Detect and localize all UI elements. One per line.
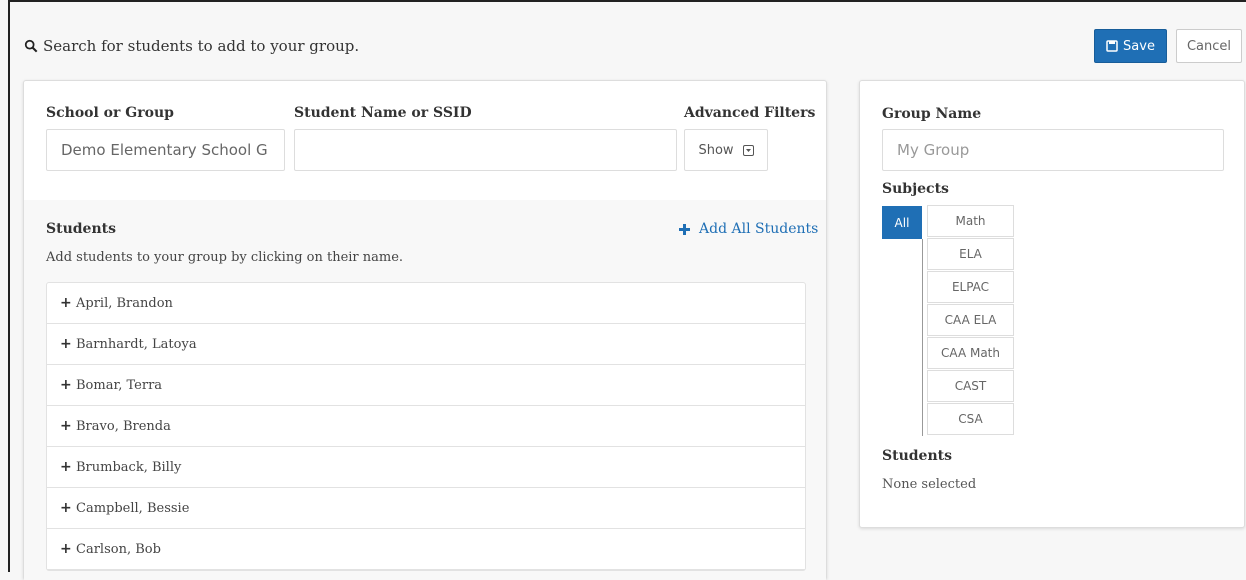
student-name: Barnhardt, Latoya [76, 336, 197, 352]
add-all-label: Add All Students [699, 221, 819, 237]
list-item[interactable]: + Bomar, Terra [47, 365, 805, 406]
plus-icon: + [60, 418, 72, 434]
cancel-button[interactable]: Cancel [1176, 29, 1242, 63]
search-heading: Search for students to add to your group… [24, 37, 359, 55]
search-panel: School or Group Demo Elementary School G… [23, 80, 827, 580]
list-item[interactable]: + Campbell, Bessie [47, 488, 805, 529]
plus-icon [679, 223, 690, 235]
student-search-input[interactable] [294, 129, 677, 171]
group-panel: Group Name My Group Subjects All Math EL… [859, 80, 1245, 528]
save-icon [1106, 40, 1118, 52]
student-search-label: Student Name or SSID [294, 105, 472, 121]
subject-elpac-button[interactable]: ELPAC [927, 271, 1014, 303]
cancel-label: Cancel [1186, 38, 1232, 54]
advanced-filters-label: Advanced Filters [684, 105, 816, 121]
school-select[interactable]: Demo Elementary School G [46, 129, 285, 171]
list-item[interactable]: + April, Brandon [47, 283, 805, 324]
subject-csa-button[interactable]: CSA [927, 403, 1014, 435]
none-selected-text: None selected [882, 477, 977, 492]
subject-ela-button[interactable]: ELA [927, 238, 1014, 270]
list-item[interactable]: + Brumback, Billy [47, 447, 805, 488]
plus-icon: + [60, 541, 72, 557]
plus-icon: + [60, 295, 72, 311]
plus-icon: + [60, 500, 72, 516]
filters-section: School or Group Demo Elementary School G… [24, 81, 826, 201]
search-icon [24, 39, 38, 53]
show-label: Show [698, 142, 734, 158]
students-section: Students Add students to your group by c… [24, 200, 826, 580]
save-button[interactable]: Save [1094, 29, 1167, 63]
student-name: Campbell, Bessie [76, 500, 190, 516]
subject-cast-button[interactable]: CAST [927, 370, 1014, 402]
subject-divider [922, 239, 923, 436]
student-list: + April, Brandon + Barnhardt, Latoya + Boma… [46, 282, 806, 571]
advanced-filters-toggle[interactable]: Show [684, 129, 768, 171]
group-name-label: Group Name [882, 106, 982, 122]
student-name: Brumback, Billy [76, 459, 182, 475]
list-item[interactable]: + Bravo, Brenda [47, 406, 805, 447]
save-label: Save [1123, 38, 1155, 54]
subject-all-button[interactable]: All [882, 206, 922, 239]
student-name: Bravo, Brenda [76, 418, 171, 434]
selected-students-label: Students [882, 448, 952, 464]
add-all-students-link[interactable]: Add All Students [679, 221, 818, 237]
students-heading: Students [46, 221, 116, 237]
list-item[interactable]: + Barnhardt, Latoya [47, 324, 805, 365]
caret-square-icon [742, 144, 754, 156]
student-name: Bomar, Terra [76, 377, 163, 393]
student-name: Carlson, Bob [76, 541, 161, 557]
plus-icon: + [60, 336, 72, 352]
list-item[interactable]: + Carlson, Bob [47, 529, 805, 570]
students-help: Add students to your group by clicking o… [46, 250, 404, 265]
subject-math-button[interactable]: Math [927, 205, 1014, 237]
group-name-input[interactable]: My Group [882, 129, 1224, 171]
plus-icon: + [60, 459, 72, 475]
subjects-label: Subjects [882, 181, 949, 197]
student-name: April, Brandon [76, 295, 173, 311]
subject-caa-ela-button[interactable]: CAA ELA [927, 304, 1014, 336]
subject-caa-math-button[interactable]: CAA Math [927, 337, 1014, 369]
plus-icon: + [60, 377, 72, 393]
search-prompt: Search for students to add to your group… [43, 37, 360, 55]
school-label: School or Group [46, 105, 174, 121]
